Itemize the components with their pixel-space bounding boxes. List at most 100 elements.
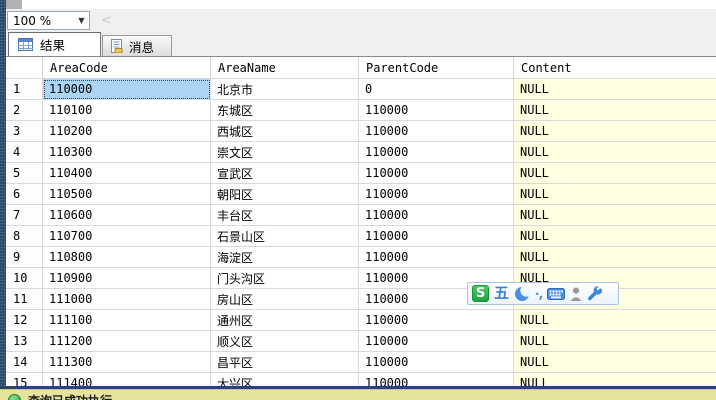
- column-header-parentcode[interactable]: ParentCode: [359, 57, 514, 79]
- row-number[interactable]: 10: [6, 268, 43, 289]
- cell-areacode[interactable]: 110400: [43, 163, 211, 184]
- row-number[interactable]: 5: [6, 163, 43, 184]
- cell-parentcode[interactable]: 110000: [359, 247, 514, 268]
- cell-areacode[interactable]: 111100: [43, 310, 211, 331]
- cell-content[interactable]: NULL: [514, 331, 716, 352]
- cell-content[interactable]: NULL: [514, 79, 716, 100]
- row-number[interactable]: 6: [6, 184, 43, 205]
- cell-areaname[interactable]: 宣武区: [211, 163, 359, 184]
- cell-areacode[interactable]: 110300: [43, 142, 211, 163]
- row-number[interactable]: 1: [6, 79, 43, 100]
- cell-content[interactable]: NULL: [514, 373, 716, 386]
- cell-areacode-selected[interactable]: 110000: [43, 79, 211, 100]
- cell-areaname[interactable]: 丰台区: [211, 205, 359, 226]
- cell-content[interactable]: NULL: [514, 163, 716, 184]
- row-number[interactable]: 7: [6, 205, 43, 226]
- sogou-ime-toolbar: S 五 ·,: [467, 282, 619, 305]
- cell-content[interactable]: NULL: [514, 184, 716, 205]
- cell-areaname[interactable]: 顺义区: [211, 331, 359, 352]
- cell-parentcode[interactable]: 110000: [359, 373, 514, 386]
- cell-content[interactable]: NULL: [514, 247, 716, 268]
- cell-areacode[interactable]: 110700: [43, 226, 211, 247]
- cell-areaname[interactable]: 海淀区: [211, 247, 359, 268]
- wubi-mode-icon[interactable]: 五: [494, 285, 509, 302]
- cell-areaname[interactable]: 东城区: [211, 100, 359, 121]
- cell-areaname[interactable]: 通州区: [211, 310, 359, 331]
- punctuation-mode-icon[interactable]: ·,: [535, 287, 543, 301]
- cell-content[interactable]: NULL: [514, 100, 716, 121]
- user-profile-icon[interactable]: [570, 287, 582, 301]
- cell-parentcode[interactable]: 110000: [359, 142, 514, 163]
- cell-parentcode[interactable]: 110000: [359, 100, 514, 121]
- grid-header-row: AreaCode AreaName ParentCode Content: [6, 57, 716, 79]
- cell-areacode[interactable]: 111200: [43, 331, 211, 352]
- cell-content[interactable]: NULL: [514, 121, 716, 142]
- sogou-logo-icon[interactable]: S: [472, 285, 489, 302]
- table-row: 3 110200 西城区 110000 NULL: [6, 121, 716, 142]
- cell-areacode[interactable]: 110500: [43, 184, 211, 205]
- table-row: 9 110800 海淀区 110000 NULL: [6, 247, 716, 268]
- status-bar: 查询已成功执行: [0, 389, 716, 400]
- fullwidth-moon-icon[interactable]: [514, 285, 531, 302]
- ssms-results-pane: 100 % ▼ < 结果 消息 AreaCode AreaName Parent…: [0, 0, 716, 400]
- cell-parentcode[interactable]: 110000: [359, 184, 514, 205]
- tab-results[interactable]: 结果: [8, 32, 101, 56]
- row-number[interactable]: 2: [6, 100, 43, 121]
- tab-messages[interactable]: 消息: [102, 35, 172, 56]
- column-header-areaname[interactable]: AreaName: [211, 57, 359, 79]
- cell-parentcode[interactable]: 110000: [359, 352, 514, 373]
- row-number[interactable]: 3: [6, 121, 43, 142]
- cell-parentcode[interactable]: 110000: [359, 310, 514, 331]
- cell-areacode[interactable]: 110100: [43, 100, 211, 121]
- cell-parentcode[interactable]: 110000: [359, 163, 514, 184]
- cell-parentcode[interactable]: 0: [359, 79, 514, 100]
- cell-areaname[interactable]: 门头沟区: [211, 268, 359, 289]
- row-number[interactable]: 11: [6, 289, 43, 310]
- chevron-down-icon[interactable]: ▼: [74, 16, 89, 25]
- cell-areaname[interactable]: 北京市: [211, 79, 359, 100]
- row-number[interactable]: 4: [6, 142, 43, 163]
- cell-areacode[interactable]: 110900: [43, 268, 211, 289]
- column-header-content[interactable]: Content: [514, 57, 716, 79]
- row-number[interactable]: 9: [6, 247, 43, 268]
- cell-content[interactable]: NULL: [514, 226, 716, 247]
- row-number[interactable]: 8: [6, 226, 43, 247]
- cell-areaname[interactable]: 朝阳区: [211, 184, 359, 205]
- status-message: 查询已成功执行: [28, 394, 112, 400]
- results-grid-icon: [18, 38, 33, 51]
- zoom-level-select[interactable]: 100 % ▼: [7, 11, 90, 30]
- table-row: 5 110400 宣武区 110000 NULL: [6, 163, 716, 184]
- cell-areaname[interactable]: 大兴区: [211, 373, 359, 386]
- scrollbar-corner: [6, 0, 22, 9]
- column-header-areacode[interactable]: AreaCode: [43, 57, 211, 79]
- cell-content[interactable]: NULL: [514, 205, 716, 226]
- row-number[interactable]: 14: [6, 352, 43, 373]
- table-row: 4 110300 崇文区 110000 NULL: [6, 142, 716, 163]
- cell-areaname[interactable]: 西城区: [211, 121, 359, 142]
- row-number[interactable]: 12: [6, 310, 43, 331]
- cell-parentcode[interactable]: 110000: [359, 226, 514, 247]
- wrench-settings-icon[interactable]: [587, 286, 603, 301]
- cell-areacode[interactable]: 111300: [43, 352, 211, 373]
- cell-content[interactable]: NULL: [514, 352, 716, 373]
- cell-areacode[interactable]: 111000: [43, 289, 211, 310]
- cell-content[interactable]: NULL: [514, 310, 716, 331]
- tab-messages-label: 消息: [129, 39, 155, 55]
- row-number[interactable]: 13: [6, 331, 43, 352]
- scroll-left-icon[interactable]: <: [101, 13, 112, 28]
- cell-areacode[interactable]: 110200: [43, 121, 211, 142]
- cell-areaname[interactable]: 崇文区: [211, 142, 359, 163]
- keyboard-icon[interactable]: [547, 287, 566, 300]
- cell-content[interactable]: NULL: [514, 142, 716, 163]
- cell-parentcode[interactable]: 110000: [359, 205, 514, 226]
- cell-areaname[interactable]: 石景山区: [211, 226, 359, 247]
- select-all-corner[interactable]: [6, 57, 43, 79]
- cell-areaname[interactable]: 昌平区: [211, 352, 359, 373]
- cell-parentcode[interactable]: 110000: [359, 121, 514, 142]
- cell-areacode[interactable]: 110600: [43, 205, 211, 226]
- row-number[interactable]: 15: [6, 373, 43, 386]
- cell-areacode[interactable]: 111400: [43, 373, 211, 386]
- cell-areacode[interactable]: 110800: [43, 247, 211, 268]
- cell-parentcode[interactable]: 110000: [359, 331, 514, 352]
- cell-areaname[interactable]: 房山区: [211, 289, 359, 310]
